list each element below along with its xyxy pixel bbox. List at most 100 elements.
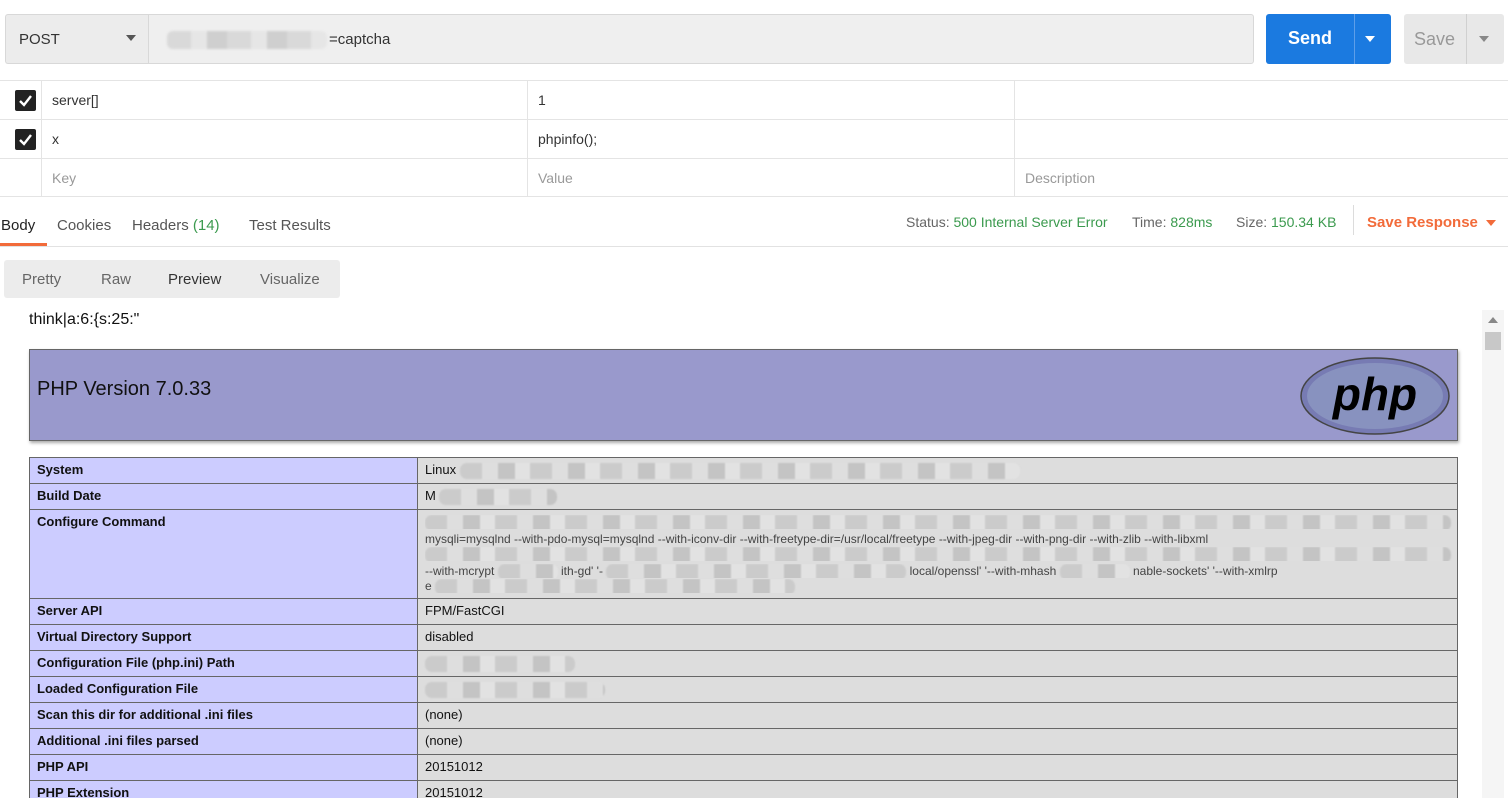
status-divider: [1353, 205, 1354, 235]
view-visualize[interactable]: Visualize: [260, 271, 320, 288]
configure-command-lines: mysqli=mysqlnd --with-pdo-mysql=mysqlnd …: [425, 514, 1451, 594]
redacted-value: [1059, 564, 1130, 578]
tab-cookies[interactable]: Cookies: [57, 217, 111, 234]
table-row: Additional .ini files parsed (none): [29, 728, 1458, 755]
headers-count: (14): [192, 217, 220, 234]
param-description-cell[interactable]: [1014, 81, 1508, 119]
row-value-text: Linux: [425, 462, 457, 477]
redacted-value: [425, 681, 605, 698]
redacted-value: [459, 462, 1020, 479]
send-options-chevron-icon[interactable]: [1365, 36, 1375, 42]
url-input[interactable]: =captcha: [148, 14, 1254, 64]
scrollbar-thumb[interactable]: [1485, 332, 1501, 350]
row-value: mysqli=mysqlnd --with-pdo-mysql=mysqlnd …: [417, 509, 1458, 599]
row-name: Configuration File (php.ini) Path: [29, 650, 418, 677]
send-button[interactable]: Send: [1266, 14, 1391, 64]
save-response-chevron-icon[interactable]: [1486, 220, 1496, 226]
table-row: Server API FPM/FastCGI: [29, 598, 1458, 625]
new-value-input[interactable]: Value: [527, 159, 1015, 197]
row-name: Virtual Directory Support: [29, 624, 418, 651]
row-name: System: [29, 457, 418, 484]
configure-line: e: [425, 579, 1455, 593]
key-placeholder: Key: [52, 170, 77, 186]
new-key-input[interactable]: Key: [41, 159, 528, 197]
view-pretty[interactable]: Pretty: [22, 271, 61, 288]
table-row: Virtual Directory Support disabled: [29, 624, 1458, 651]
chevron-down-icon: [126, 35, 136, 41]
php-version-title: PHP Version 7.0.33: [37, 378, 212, 400]
save-options-chevron-icon[interactable]: [1479, 36, 1489, 42]
time-label: Time:: [1132, 214, 1167, 230]
configure-line: [425, 515, 1455, 529]
status-label: Status:: [906, 214, 950, 230]
size-label: Size:: [1236, 214, 1268, 230]
php-logo-text: php: [1331, 368, 1417, 420]
phpinfo-table: System Linux Build Date M Configure Comm…: [29, 457, 1458, 798]
url-text: =captcha: [329, 31, 391, 48]
response-prefix-text: think|a:6:{s:25:": [29, 311, 140, 328]
view-mode-switcher: Pretty Raw Preview Visualize: [4, 260, 340, 298]
configure-fragment: local/openssl' '--with-mhash: [909, 564, 1057, 578]
response-tabs: Body Cookies Headers (14) Test Results S…: [0, 205, 1508, 247]
redacted-value: [497, 564, 558, 578]
row-name: Scan this dir for additional .ini files: [29, 702, 418, 729]
save-label: Save: [1414, 29, 1456, 49]
redacted-value: [439, 488, 558, 505]
php-logo-icon: php: [1300, 357, 1450, 435]
configure-fragment: mysqli=mysqlnd --with-pdo-mysql=mysqlnd …: [425, 532, 1209, 546]
table-row: Configure Command mysqli=mysqlnd --with-…: [29, 509, 1458, 599]
view-preview[interactable]: Preview: [168, 271, 221, 288]
table-row: Loaded Configuration File: [29, 676, 1458, 703]
tab-headers-label: Headers: [132, 217, 189, 234]
row-value-text: M: [425, 488, 436, 503]
param-value: 1: [538, 92, 546, 108]
param-key-cell[interactable]: x: [41, 120, 528, 158]
phpinfo-header: PHP Version 7.0.33 php: [29, 349, 1458, 441]
time-info: Time: 828ms: [1132, 214, 1212, 230]
param-key: server[]: [52, 92, 99, 108]
send-label: Send: [1288, 28, 1333, 48]
redacted-value: [425, 515, 1451, 529]
redacted-url-part: [167, 31, 327, 49]
param-key: x: [52, 131, 59, 147]
param-checkbox[interactable]: [15, 90, 36, 111]
new-description-input[interactable]: Description: [1014, 159, 1508, 197]
active-tab-indicator: [0, 243, 47, 246]
redacted-value: [425, 655, 575, 672]
tab-headers[interactable]: Headers (14): [132, 217, 220, 234]
param-key-cell[interactable]: server[]: [41, 81, 528, 119]
row-value: disabled: [417, 624, 1458, 651]
save-divider: [1466, 14, 1467, 64]
redacted-value: [606, 564, 907, 578]
configure-line: mysqli=mysqlnd --with-pdo-mysql=mysqlnd …: [425, 532, 1455, 546]
configure-line: --with-mcrypt ith-gd' '- local/openssl' …: [425, 564, 1455, 578]
method-select[interactable]: POST: [5, 14, 148, 64]
method-label: POST: [19, 31, 60, 48]
scroll-up-arrow-icon[interactable]: [1488, 317, 1498, 323]
table-row: Configuration File (php.ini) Path: [29, 650, 1458, 677]
tab-body[interactable]: Body: [1, 217, 35, 234]
row-name: Configure Command: [29, 509, 418, 599]
size-value: 150.34 KB: [1271, 214, 1337, 230]
table-row: Scan this dir for additional .ini files …: [29, 702, 1458, 729]
row-value: Linux: [417, 457, 1458, 484]
row-name: Additional .ini files parsed: [29, 728, 418, 755]
param-checkbox[interactable]: [15, 129, 36, 150]
table-row: PHP API 20151012: [29, 754, 1458, 781]
row-value: [417, 676, 1458, 703]
save-response-button[interactable]: Save Response: [1367, 214, 1478, 231]
description-placeholder: Description: [1025, 170, 1096, 186]
status-value: 500 Internal Server Error: [953, 214, 1108, 230]
row-value: 20151012: [417, 754, 1458, 781]
check-icon: [19, 134, 32, 146]
param-value-cell[interactable]: 1: [527, 81, 1015, 119]
table-row: System Linux: [29, 457, 1458, 484]
row-name: Loaded Configuration File: [29, 676, 418, 703]
view-raw[interactable]: Raw: [101, 271, 131, 288]
save-button[interactable]: Save: [1404, 14, 1504, 64]
tab-test-results[interactable]: Test Results: [249, 217, 331, 234]
param-description-cell[interactable]: [1014, 120, 1508, 158]
param-value-cell[interactable]: phpinfo();: [527, 120, 1015, 158]
preview-scrollbar[interactable]: [1482, 310, 1504, 798]
time-value: 828ms: [1170, 214, 1213, 230]
